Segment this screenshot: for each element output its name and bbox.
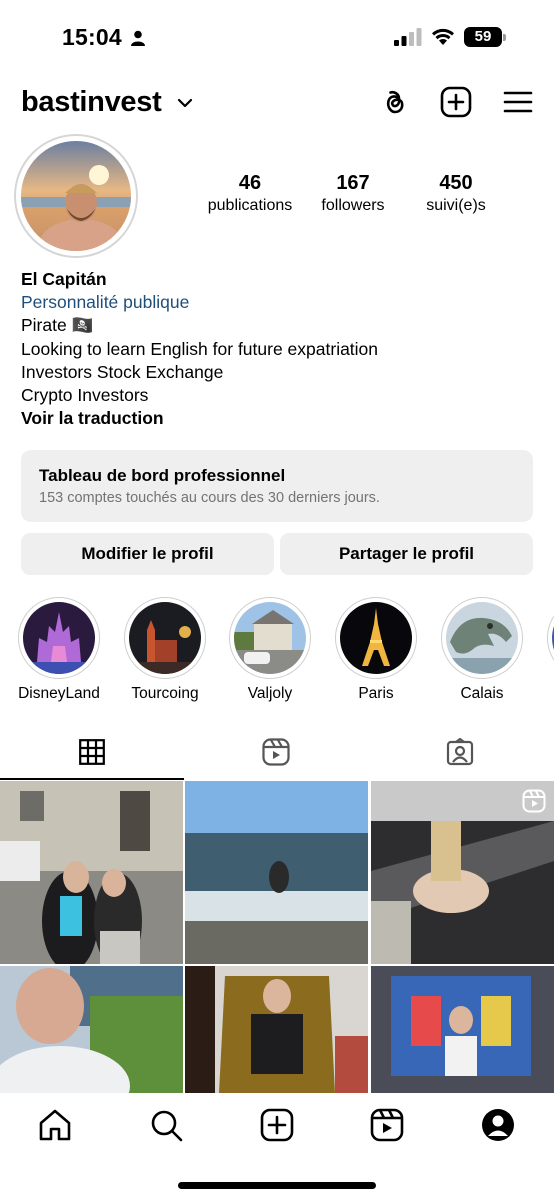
create-icon[interactable] xyxy=(259,1107,295,1143)
username-switcher[interactable]: bastinvest xyxy=(21,86,162,119)
profile-header: bastinvest xyxy=(0,80,554,126)
home-icon[interactable] xyxy=(37,1107,73,1143)
display-name: El Capitán xyxy=(21,269,107,289)
highlight-label: Tourcoing xyxy=(131,685,199,702)
profile-bio: El Capitán Personnalité publique Pirate … xyxy=(21,268,541,430)
grid-icon xyxy=(79,738,105,770)
bio-line: Crypto Investors xyxy=(21,385,149,406)
cellular-signal-icon xyxy=(394,28,422,51)
highlight-paris[interactable]: Paris xyxy=(328,597,424,703)
hamburger-menu-icon[interactable] xyxy=(502,86,534,118)
highlight-tourcoing[interactable]: Tourcoing xyxy=(117,597,213,703)
highlight-disneyland[interactable]: DisneyLand xyxy=(11,597,107,703)
tagged-icon xyxy=(446,737,474,771)
tab-reels[interactable] xyxy=(184,728,368,780)
reels-icon xyxy=(262,737,290,771)
reel-badge-icon xyxy=(522,789,546,818)
highlight-label: Calais xyxy=(460,685,504,702)
post-thumbnail[interactable] xyxy=(0,966,183,1093)
profile-icon[interactable] xyxy=(480,1107,516,1143)
post-thumbnail[interactable] xyxy=(0,781,183,964)
search-icon[interactable] xyxy=(148,1107,184,1143)
chevron-down-icon[interactable] xyxy=(177,96,193,114)
posts-grid xyxy=(0,781,554,1093)
status-time: 15:04 xyxy=(62,24,122,50)
see-translation-link[interactable]: Voir la traduction xyxy=(21,407,541,430)
highlight-valjoly[interactable]: Valjoly xyxy=(222,597,318,703)
post-thumbnail[interactable] xyxy=(185,781,368,964)
highlight-label: Paris xyxy=(358,685,394,702)
reels-icon[interactable] xyxy=(369,1107,405,1143)
post-thumbnail[interactable] xyxy=(371,781,554,964)
status-bar: 15:04 59 xyxy=(0,0,554,75)
bio-line: Looking to learn English for future expa… xyxy=(21,338,379,359)
bio-line: Investors Stock Exchange xyxy=(21,361,224,382)
highlight-label: DisneyLand xyxy=(18,685,100,702)
threads-icon[interactable] xyxy=(378,86,410,118)
home-indicator[interactable] xyxy=(178,1182,376,1189)
dashboard-title: Tableau de bord professionnel xyxy=(39,466,286,485)
battery-icon: 59 xyxy=(464,27,506,47)
category-label: Personnalité publique xyxy=(21,292,190,313)
share-profile-button[interactable]: Partager le profil xyxy=(280,533,533,575)
stat-publications[interactable]: 46 publications xyxy=(190,172,310,215)
wifi-icon xyxy=(430,26,456,51)
stat-following[interactable]: 450 suivi(e)s xyxy=(396,172,516,215)
professional-dashboard[interactable]: Tableau de bord professionnel 153 compte… xyxy=(21,450,533,522)
story-highlights: DisneyLand Tourcoing Valjoly Paris Calai… xyxy=(0,597,554,709)
highlight-label: Valjoly xyxy=(247,685,293,702)
tab-tagged[interactable] xyxy=(368,728,552,780)
highlight-calais[interactable]: Calais xyxy=(434,597,530,703)
battery-level: 59 xyxy=(464,27,502,47)
dashboard-subtitle: 153 comptes touchés au cours des 30 dern… xyxy=(39,490,380,506)
create-post-icon[interactable] xyxy=(440,86,472,118)
bottom-navigation xyxy=(0,1093,554,1200)
highlight-partial[interactable] xyxy=(540,597,554,679)
profile-tabs xyxy=(0,728,554,780)
profile-avatar[interactable] xyxy=(14,134,138,258)
person-icon xyxy=(130,30,146,51)
edit-profile-button[interactable]: Modifier le profil xyxy=(21,533,274,575)
stat-followers[interactable]: 167 followers xyxy=(293,172,413,215)
post-thumbnail[interactable] xyxy=(371,966,554,1093)
post-thumbnail[interactable] xyxy=(185,966,368,1093)
tab-posts-grid[interactable] xyxy=(0,728,184,780)
bio-line: Pirate 🏴‍☠️ xyxy=(21,315,94,336)
